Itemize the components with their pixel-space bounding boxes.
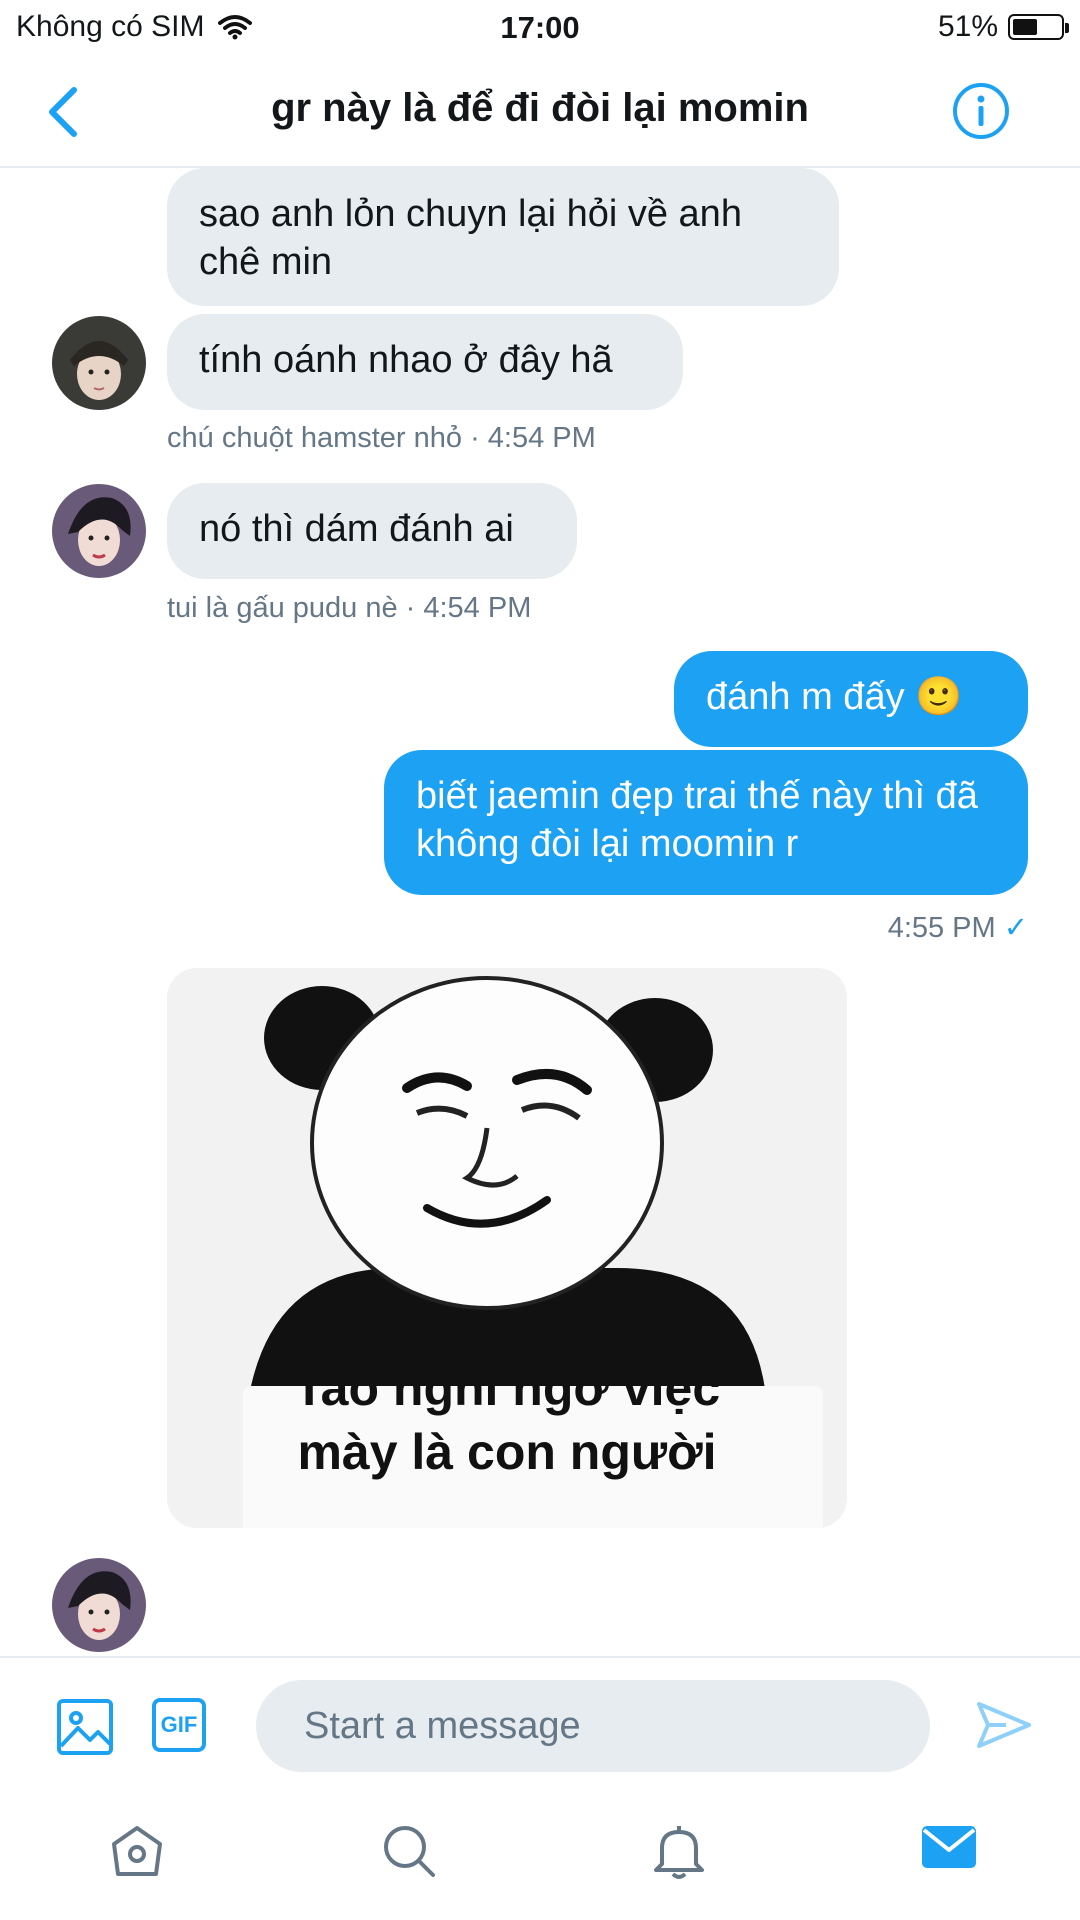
tab-bar <box>0 1786 1080 1920</box>
conversation-title: gr này là để đi đòi lại momin <box>271 86 809 130</box>
image-caption: Tao nghi ngờ việc mày là con người <box>293 1360 721 1480</box>
message-time: 4:55 PM <box>887 912 996 944</box>
battery-group: 51% <box>937 10 1069 44</box>
avatar[interactable] <box>52 484 146 578</box>
status-bar: Không có SIM 17:00 51% <box>0 0 1080 56</box>
messages-icon[interactable] <box>920 1822 978 1872</box>
outgoing-message[interactable]: đánh m đấy 🙂 <box>674 651 1028 747</box>
message-meta: chú chuột hamster nhỏ · 4:54 PM <box>167 422 596 454</box>
message-input[interactable] <box>256 1680 930 1772</box>
message-meta: tui là gấu pudu nè · 4:54 PM <box>167 592 532 624</box>
search-icon[interactable] <box>380 1822 438 1880</box>
incoming-message[interactable]: sao anh lỏn chuyn lại hỏi về anh chê min <box>167 168 839 306</box>
battery-icon <box>1008 14 1069 40</box>
message-list[interactable]: sao anh lỏn chuyn lại hỏi về anh chê min… <box>0 168 1080 1656</box>
outgoing-message[interactable]: biết jaemin đẹp trai thế này thì đã khôn… <box>384 750 1028 895</box>
conversation-header: gr này là để đi đòi lại momin <box>0 56 1080 168</box>
battery-percent: 51% <box>937 10 998 43</box>
message-meta: 4:55 PM ✓ <box>888 910 1028 945</box>
image-message[interactable]: Tao nghi ngờ việc mày là con người <box>167 968 847 1528</box>
avatar[interactable] <box>52 316 146 410</box>
info-icon[interactable] <box>952 82 1010 140</box>
home-icon[interactable] <box>108 1822 166 1880</box>
sent-check-icon: ✓ <box>1003 912 1028 944</box>
send-icon[interactable] <box>976 1700 1032 1750</box>
avatar[interactable] <box>52 1558 146 1652</box>
message-composer: GIF <box>0 1656 1080 1788</box>
image-icon[interactable] <box>56 1698 114 1756</box>
gif-icon[interactable]: GIF <box>152 1698 206 1752</box>
incoming-message[interactable]: tính oánh nhao ở đây hã <box>167 314 683 410</box>
incoming-message[interactable]: nó thì dám đánh ai <box>167 483 577 579</box>
notifications-icon[interactable] <box>650 1822 708 1880</box>
clock: 17:00 <box>500 10 580 45</box>
avatar-image <box>52 1558 146 1652</box>
avatar-image <box>52 484 146 578</box>
avatar-image <box>52 316 146 410</box>
